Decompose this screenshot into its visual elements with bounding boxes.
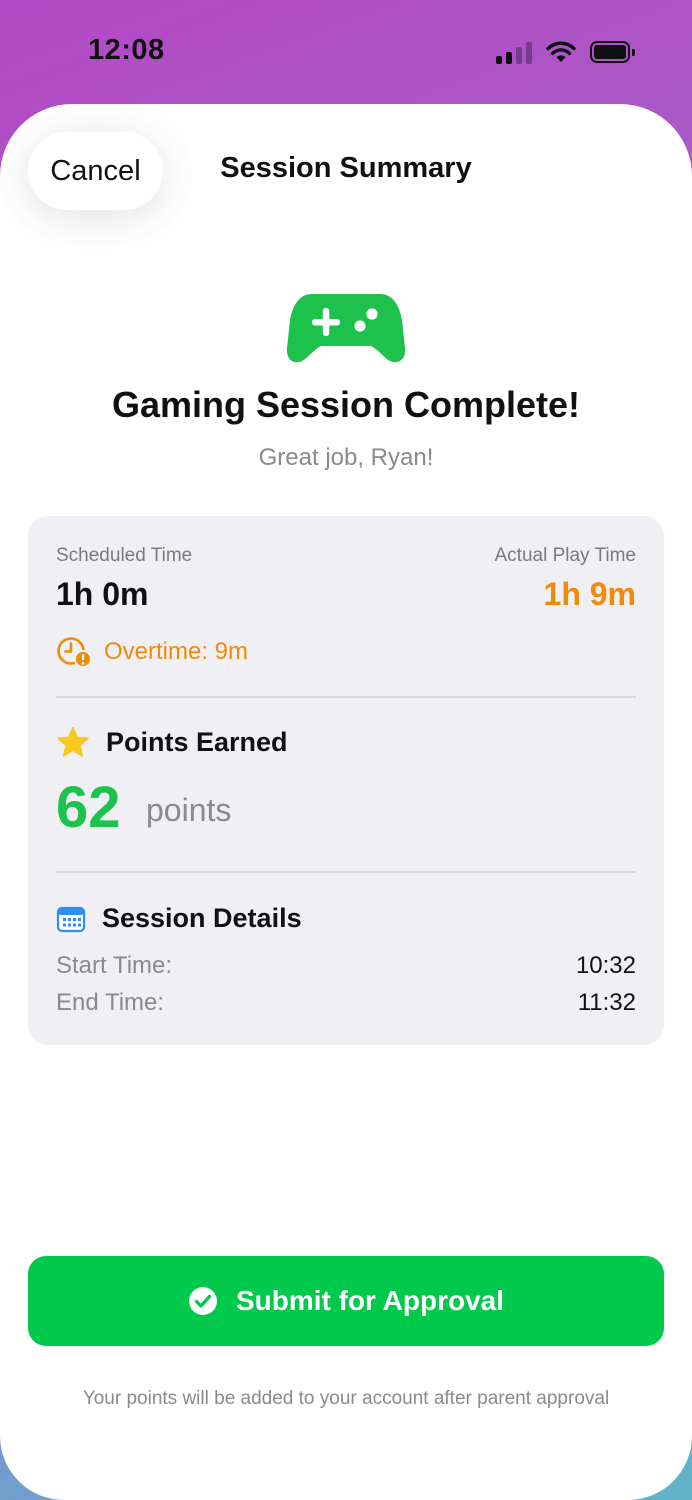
session-summary-sheet: Cancel Session Summary Gaming Session Co…	[0, 104, 692, 1500]
actual-play-time-label: Actual Play Time	[494, 545, 637, 566]
battery-icon	[590, 41, 635, 63]
status-icons	[496, 38, 635, 66]
points-earned-label: Points Earned	[106, 726, 288, 757]
greeting-subtitle: Great job, Ryan!	[258, 444, 434, 471]
session-complete-title: Gaming Session Complete!	[111, 384, 581, 425]
actual-play-time-value: 1h 9m	[543, 576, 636, 612]
start-time-label: Start Time:	[56, 952, 173, 979]
summary-card: Scheduled Time 1h 0m Actual Play Time 1h…	[28, 516, 664, 1045]
checkmark-circle-icon	[188, 1287, 217, 1315]
cellular-signal-icon	[496, 40, 532, 64]
status-bar: 12:08	[0, 0, 692, 104]
status-time: 12:08	[88, 34, 165, 66]
points-unit: points	[146, 792, 232, 828]
end-time-label: End Time:	[56, 989, 165, 1016]
detail-row-start: Start Time: 10:32	[56, 952, 636, 980]
points-earned-heading: Points Earned	[56, 726, 288, 758]
approval-footnote: Your points will be added to your accoun…	[82, 1388, 610, 1409]
session-details-heading: Session Details	[56, 903, 302, 934]
overtime-indicator: Overtime: 9m	[56, 636, 248, 668]
divider	[56, 871, 636, 873]
start-time-value: 10:32	[575, 952, 636, 979]
divider	[56, 696, 636, 698]
clock-alert-icon	[57, 637, 92, 668]
scheduled-time-value: 1h 0m	[56, 576, 149, 612]
sheet-title: Session Summary	[220, 152, 472, 184]
session-details-label: Session Details	[102, 903, 302, 933]
wifi-icon	[546, 41, 576, 62]
submit-for-approval-button[interactable]: Submit for Approval	[28, 1256, 664, 1346]
submit-label: Submit for Approval	[235, 1285, 505, 1316]
scheduled-time-label: Scheduled Time	[56, 545, 193, 566]
overtime-text: Overtime: 9m	[104, 638, 249, 665]
end-time-value: 11:32	[577, 989, 636, 1016]
star-icon	[57, 726, 89, 757]
detail-row-end: End Time: 11:32	[56, 989, 636, 1017]
calendar-icon	[56, 906, 86, 932]
game-controller-icon	[286, 294, 406, 363]
points-value: 62	[56, 775, 121, 840]
